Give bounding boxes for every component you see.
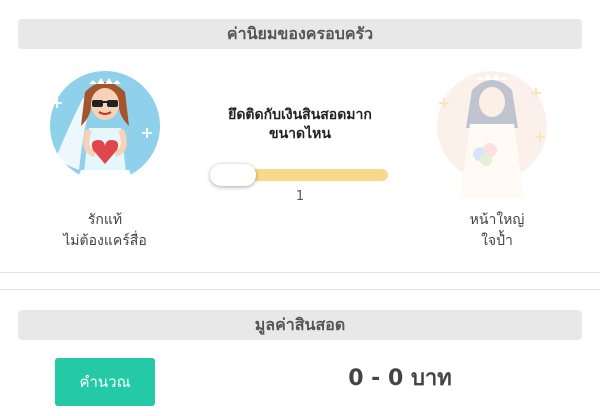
section-divider xyxy=(0,272,600,273)
dowry-value-header: มูลค่าสินสอด xyxy=(18,310,582,340)
family-values-title: ค่านิยมของครอบครัว xyxy=(226,23,374,43)
big-spender-label: หน้าใหญ่ ใจป้ำ xyxy=(469,212,525,249)
bride-bouquet-avatar xyxy=(436,70,548,200)
slider-handle[interactable] xyxy=(210,164,256,186)
bride-sunglasses-avatar xyxy=(49,70,161,200)
dowry-value-title: มูลค่าสินสอด xyxy=(254,314,346,334)
calculate-button[interactable]: คำนวณ xyxy=(55,358,155,406)
section-divider xyxy=(0,289,600,290)
family-values-header: ค่านิยมของครอบครัว xyxy=(18,19,582,49)
slider-value: 1 xyxy=(295,189,305,204)
dowry-result: 0 - 0 บาท xyxy=(348,366,452,391)
true-love-label: รักแท้ ไม่ต้องแคร์สื่อ xyxy=(63,212,147,249)
attachment-question: ยึดติดกับเงินสินสอดมาก ขนาดไหน xyxy=(228,107,372,142)
